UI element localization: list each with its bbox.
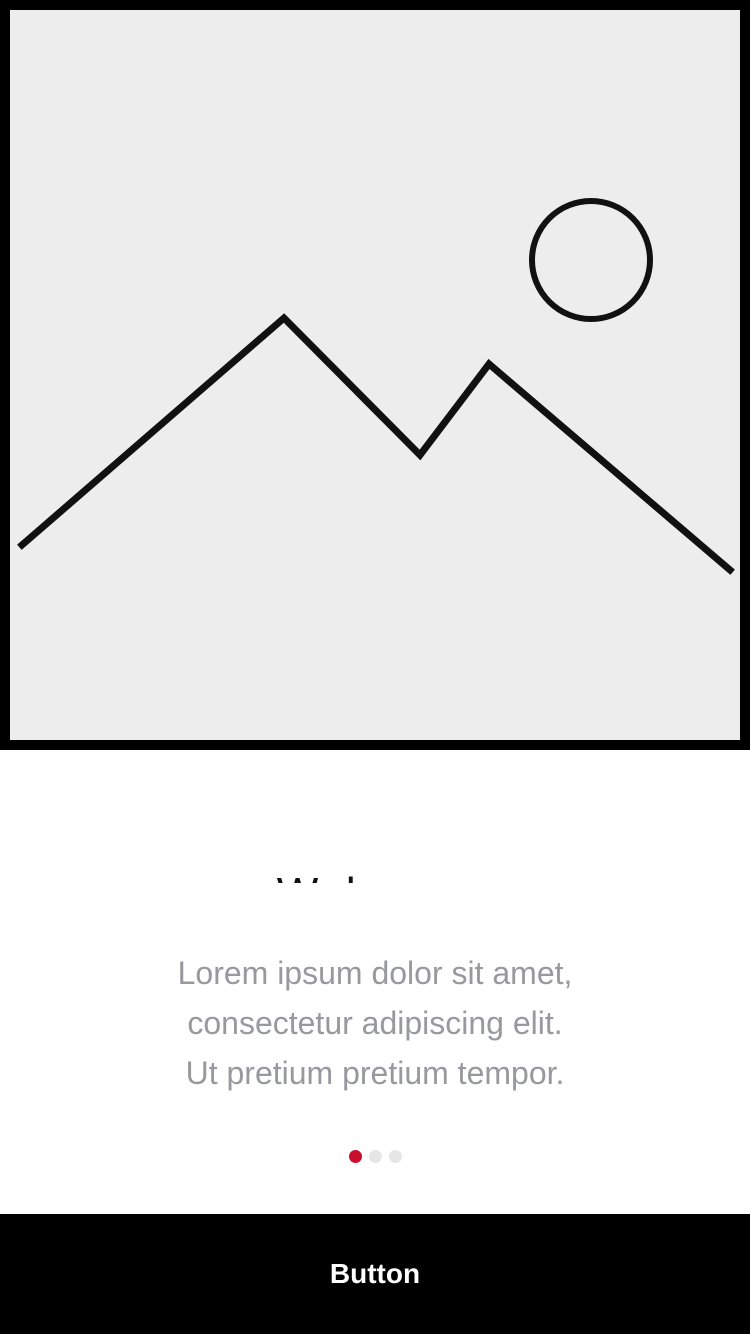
title-clip: Welcome bbox=[0, 850, 750, 883]
page-indicator bbox=[0, 1150, 750, 1166]
hero-image-frame bbox=[0, 0, 750, 750]
image-placeholder-icon bbox=[17, 198, 735, 575]
hero-image-placeholder bbox=[10, 10, 740, 740]
description-line: consectetur adipiscing elit. bbox=[187, 1005, 563, 1041]
page-dot-2[interactable] bbox=[368, 1150, 382, 1163]
welcome-description: Lorem ipsum dolor sit amet, consectetur … bbox=[100, 948, 650, 1098]
description-line: Ut pretium pretium tempor. bbox=[185, 1055, 565, 1091]
sun-shape bbox=[529, 198, 653, 322]
onboarding-screen: Welcome Lorem ipsum dolor sit amet, cons… bbox=[0, 0, 750, 1334]
welcome-title: Welcome bbox=[0, 868, 750, 883]
mountains-shape bbox=[17, 313, 735, 575]
primary-button[interactable]: Button bbox=[0, 1214, 750, 1334]
page-dot-3[interactable] bbox=[388, 1150, 402, 1163]
page-dot-1[interactable] bbox=[348, 1150, 362, 1163]
description-line: Lorem ipsum dolor sit amet, bbox=[177, 955, 573, 991]
